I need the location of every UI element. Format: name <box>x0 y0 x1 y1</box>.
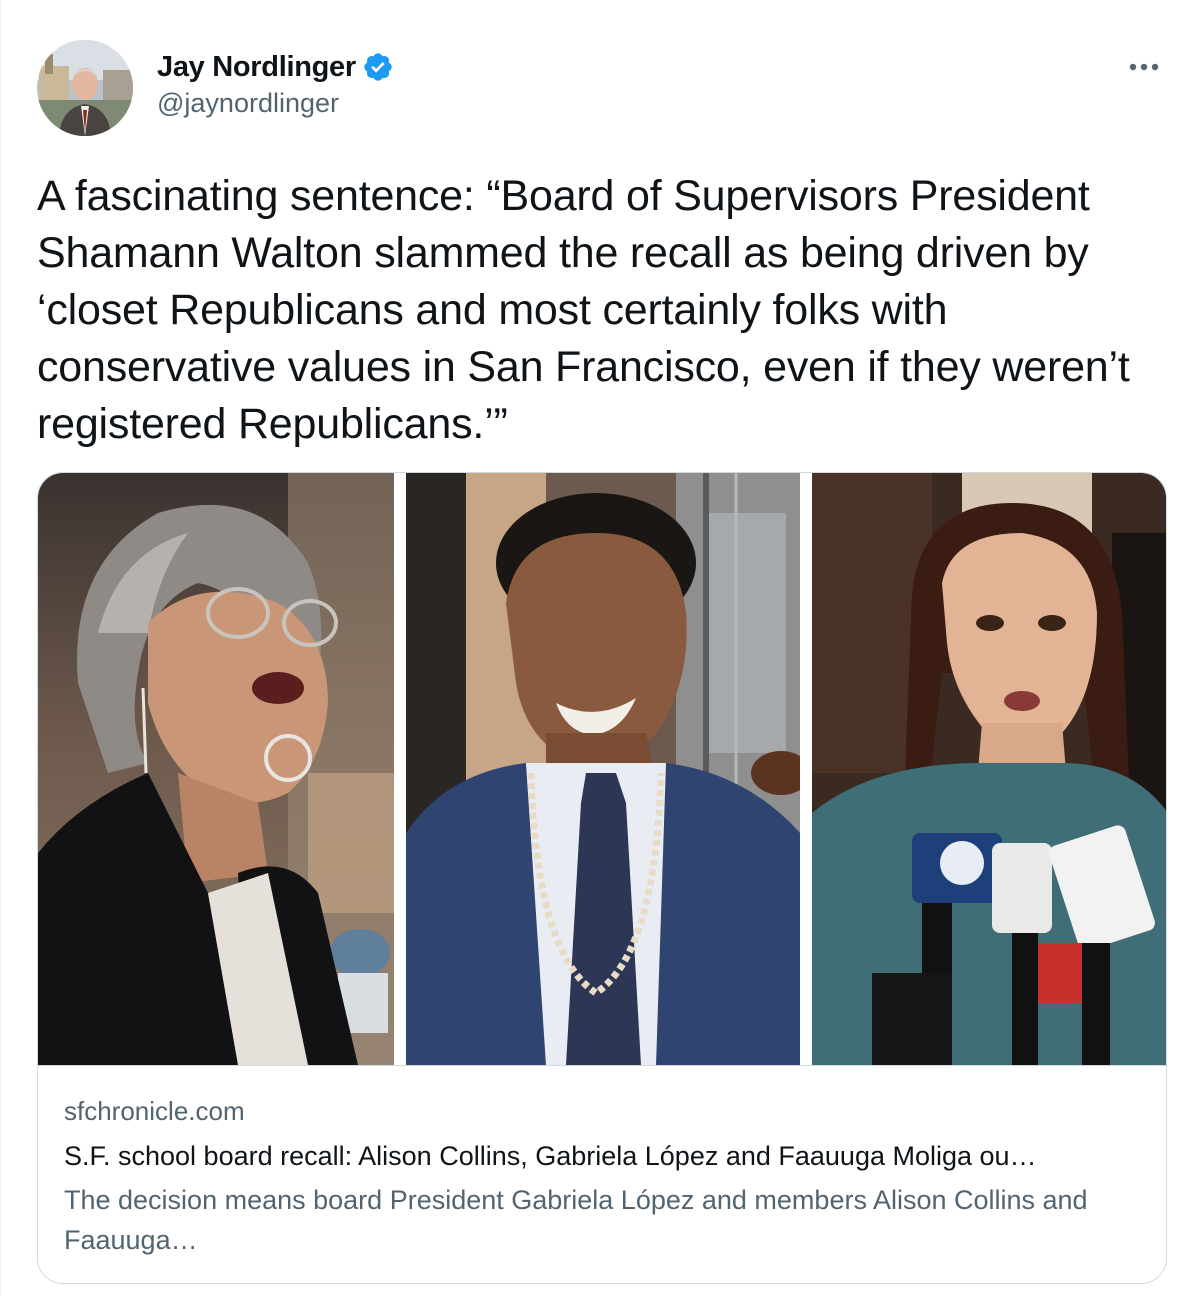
card-meta: sfchronicle.com S.F. school board recall… <box>38 1065 1166 1283</box>
verified-badge-icon <box>362 51 394 83</box>
more-horizontal-icon <box>1129 63 1159 71</box>
tweet-text: A fascinating sentence: “Board of Superv… <box>37 172 1130 448</box>
author-info: Jay Nordlinger @jaynordlinger <box>157 48 394 119</box>
avatar-image <box>37 40 133 136</box>
author-handle[interactable]: @jaynordlinger <box>157 88 394 119</box>
author-name-row: Jay Nordlinger <box>157 48 394 86</box>
card-domain: sfchronicle.com <box>64 1096 245 1126</box>
card-description: The decision means board President Gabri… <box>64 1185 1088 1255</box>
tweet-container: Jay Nordlinger @jaynordlinger A fascinat… <box>0 0 1200 1296</box>
author-display-name[interactable]: Jay Nordlinger <box>157 51 356 84</box>
card-photo-center <box>406 473 800 1065</box>
link-preview-card[interactable]: sfchronicle.com S.F. school board recall… <box>37 472 1167 1284</box>
author-avatar[interactable] <box>37 40 133 136</box>
card-image-collage <box>38 473 1166 1065</box>
card-title: S.F. school board recall: Alison Collins… <box>64 1141 1037 1171</box>
card-photo-left <box>38 473 394 1065</box>
more-options-button[interactable] <box>1124 52 1164 82</box>
card-photo-right <box>812 473 1166 1065</box>
